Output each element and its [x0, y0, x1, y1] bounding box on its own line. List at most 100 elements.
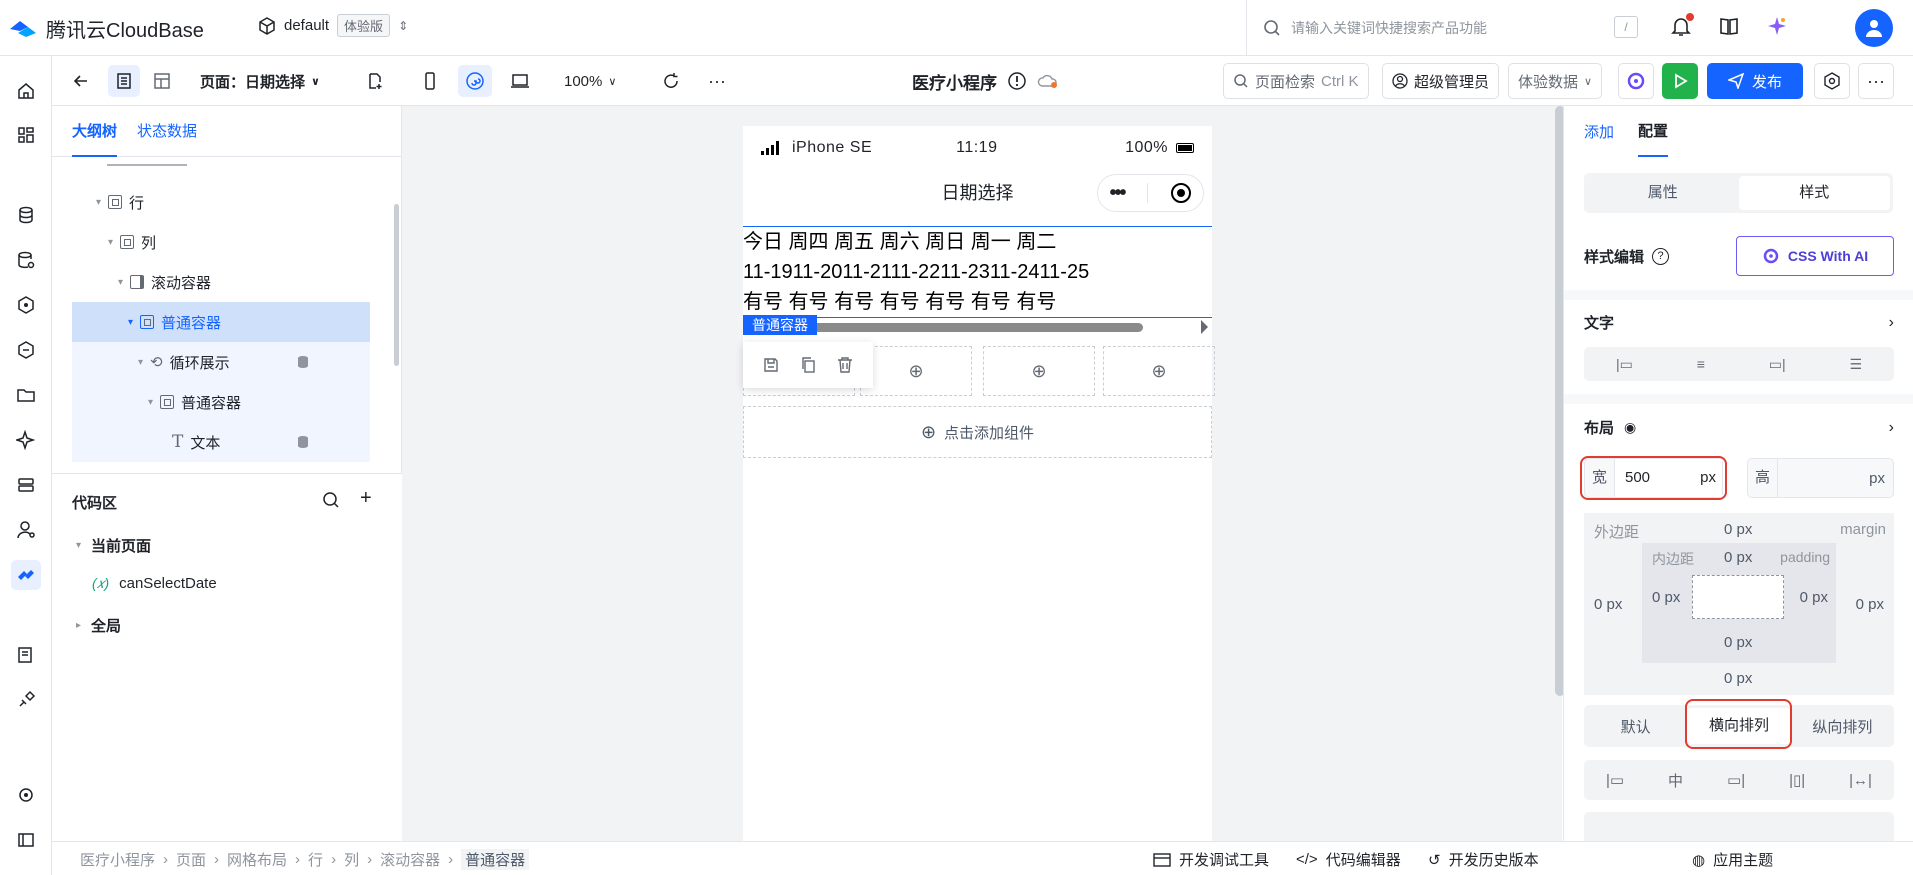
- function-icon[interactable]: [11, 290, 41, 320]
- tree-node-text[interactable]: T 文本: [72, 422, 370, 462]
- lowcode-icon[interactable]: [11, 560, 41, 590]
- publish-button[interactable]: 发布: [1707, 63, 1803, 99]
- global-search[interactable]: 请输入关键词快捷搜索产品功能 /: [1246, 0, 1656, 56]
- brand-logo[interactable]: 腾讯云CloudBase: [8, 14, 204, 43]
- env-switcher[interactable]: default 体验版 ⇕: [258, 14, 408, 37]
- date-scroll-container[interactable]: 今日 周四 周五 周六 周日 周一 周二 11-1911-2011-2111-2…: [743, 226, 1212, 318]
- breadcrumb-item[interactable]: 页面: [176, 849, 206, 870]
- tree-node-column[interactable]: ▾ 列: [72, 222, 370, 262]
- add-component-area[interactable]: ⊕ 点击添加组件: [743, 406, 1212, 458]
- margin-top-value[interactable]: 0 px: [1724, 521, 1752, 538]
- align-right-icon[interactable]: ▭|: [1769, 356, 1786, 373]
- outline-view-icon[interactable]: [108, 65, 140, 97]
- more-menu-button[interactable]: ···: [1858, 63, 1894, 99]
- text-section-header[interactable]: 文字 ›: [1584, 312, 1894, 333]
- logs-icon[interactable]: [11, 640, 41, 670]
- breadcrumb-item[interactable]: 网格布局: [227, 849, 287, 870]
- settings-button[interactable]: [1814, 63, 1850, 99]
- user-avatar[interactable]: [1855, 9, 1893, 47]
- zoom-selector[interactable]: 100% ∨: [564, 65, 616, 97]
- add-page-icon[interactable]: [360, 65, 390, 97]
- breadcrumb-item-current[interactable]: 普通容器: [461, 849, 530, 870]
- save-icon[interactable]: [762, 356, 780, 374]
- tree-node-loop[interactable]: ▾ ⟲ 循环展示: [72, 342, 370, 382]
- space-between-icon[interactable]: |↔|: [1849, 772, 1872, 789]
- tab-config[interactable]: 配置: [1638, 106, 1669, 157]
- ai-sparkle-icon[interactable]: [1766, 15, 1788, 41]
- bell-icon[interactable]: [1670, 13, 1694, 41]
- margin-bottom-value[interactable]: 0 px: [1724, 670, 1752, 687]
- database-icon[interactable]: [11, 200, 41, 230]
- home-icon[interactable]: [11, 76, 41, 106]
- justify-end-icon[interactable]: ▭|: [1727, 771, 1745, 789]
- global-group[interactable]: ▸ 全局: [76, 615, 121, 636]
- justify-start-icon[interactable]: |▭: [1606, 771, 1624, 789]
- tab-state-data[interactable]: 状态数据: [137, 106, 197, 157]
- tab-add[interactable]: 添加: [1584, 121, 1614, 142]
- info-icon[interactable]: [1007, 71, 1027, 91]
- data-mode-select[interactable]: 体验数据 ∨: [1508, 63, 1603, 99]
- arrange-default[interactable]: 默认: [1584, 716, 1687, 737]
- eye-icon[interactable]: ◉: [1624, 419, 1636, 436]
- arrange-vertical[interactable]: 纵向排列: [1791, 716, 1894, 737]
- collapse-sidebar-icon[interactable]: [11, 825, 41, 855]
- align-justify-icon[interactable]: ☰: [1849, 356, 1862, 373]
- code-editor-button[interactable]: </> 代码编辑器: [1296, 849, 1401, 870]
- cloud-sync-icon[interactable]: [1037, 72, 1059, 90]
- ai-assistant-button[interactable]: [1618, 63, 1654, 99]
- copy-icon[interactable]: [799, 356, 817, 374]
- tree-node-scroll-container[interactable]: ▾ 滚动容器: [72, 262, 370, 302]
- breadcrumb-item[interactable]: 医疗小程序: [80, 849, 155, 870]
- css-ai-button[interactable]: CSS With AI: [1736, 236, 1894, 276]
- tree-node-row[interactable]: ▾ 行: [72, 182, 370, 222]
- miniprogram-preview-icon[interactable]: [458, 65, 492, 97]
- segment-attributes[interactable]: 属性: [1587, 176, 1739, 210]
- horizontal-scrollbar[interactable]: [803, 323, 1143, 332]
- hosting-icon[interactable]: [11, 470, 41, 500]
- theme-button[interactable]: ◍ 应用主题: [1692, 849, 1773, 870]
- width-input[interactable]: 宽 500 px: [1584, 458, 1723, 498]
- tab-outline-tree[interactable]: 大纲树: [72, 106, 118, 157]
- cloud-run-icon[interactable]: [11, 335, 41, 365]
- tree-node-container-selected[interactable]: ▾ 普通容器: [72, 302, 370, 342]
- ai-star-icon[interactable]: [11, 425, 41, 455]
- layout-view-icon[interactable]: [146, 65, 178, 97]
- search-icon[interactable]: [322, 491, 340, 509]
- page-search-button[interactable]: 页面检索 Ctrl K: [1223, 63, 1369, 99]
- plugin-icon[interactable]: [11, 685, 41, 715]
- padding-right-value[interactable]: 0 px: [1800, 589, 1828, 606]
- outline-scrollbar[interactable]: [394, 204, 399, 366]
- current-page-group[interactable]: ▾ 当前页面: [76, 535, 151, 556]
- padding-bottom-value[interactable]: 0 px: [1724, 634, 1752, 651]
- breadcrumb-item[interactable]: 列: [344, 849, 359, 870]
- book-icon[interactable]: [1718, 15, 1740, 41]
- margin-right-value[interactable]: 0 px: [1856, 596, 1884, 613]
- grid-cell[interactable]: ⊕: [860, 346, 972, 396]
- delete-icon[interactable]: [836, 356, 854, 374]
- grid-cell[interactable]: ⊕: [1103, 346, 1215, 396]
- grid-cell[interactable]: ⊕: [983, 346, 1095, 396]
- variable-item[interactable]: (𝑥) canSelectDate: [92, 575, 217, 592]
- back-icon[interactable]: [66, 65, 96, 97]
- padding-left-value[interactable]: 0 px: [1652, 589, 1680, 606]
- history-button[interactable]: ↺ 开发历史版本: [1428, 849, 1539, 870]
- align-center-icon[interactable]: ≡: [1697, 356, 1705, 372]
- breadcrumb-item[interactable]: 行: [308, 849, 323, 870]
- height-input[interactable]: 高 px: [1747, 458, 1894, 498]
- add-code-icon[interactable]: +: [360, 487, 372, 510]
- settings-cube-icon[interactable]: [11, 780, 41, 810]
- more-icon[interactable]: ···: [702, 65, 732, 97]
- breadcrumb-item[interactable]: 滚动容器: [380, 849, 440, 870]
- mobile-preview-icon[interactable]: [414, 65, 446, 97]
- space-around-icon[interactable]: |▯|: [1789, 771, 1805, 789]
- preview-run-button[interactable]: [1662, 63, 1698, 99]
- user-auth-icon[interactable]: [11, 515, 41, 545]
- tree-node-inner-container[interactable]: ▾ 普通容器: [72, 382, 370, 422]
- segment-style[interactable]: 样式: [1738, 176, 1890, 210]
- grid-apps-icon[interactable]: [11, 120, 41, 150]
- scroll-right-arrow-icon[interactable]: [1201, 320, 1208, 334]
- padding-top-value[interactable]: 0 px: [1724, 549, 1752, 566]
- align-left-icon[interactable]: |▭: [1616, 356, 1633, 373]
- debug-tool-button[interactable]: 开发调试工具: [1153, 849, 1269, 870]
- layout-section-header[interactable]: 布局 ◉ ›: [1584, 417, 1894, 438]
